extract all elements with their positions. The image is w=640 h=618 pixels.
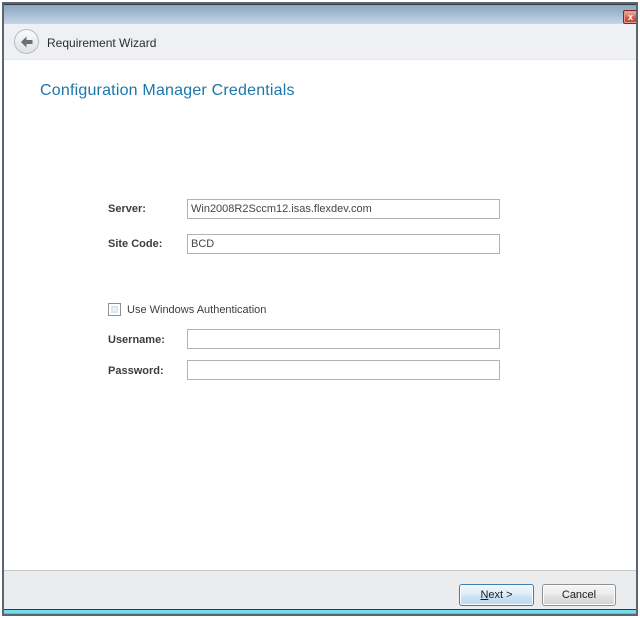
wizard-header: Requirement Wizard xyxy=(4,24,636,60)
page-heading: Configuration Manager Credentials xyxy=(40,82,295,100)
server-label: Server: xyxy=(108,203,146,216)
title-bar[interactable]: x xyxy=(4,4,636,24)
back-arrow-icon xyxy=(19,34,35,50)
windows-auth-label[interactable]: Use Windows Authentication xyxy=(127,304,266,316)
site-code-input[interactable] xyxy=(187,234,500,254)
server-input[interactable] xyxy=(187,199,500,219)
window-frame: x Requirement Wizard Configuration Manag… xyxy=(2,2,638,616)
username-input[interactable] xyxy=(187,329,500,349)
password-label: Password: xyxy=(108,365,164,378)
password-input[interactable] xyxy=(187,360,500,380)
site-code-label: Site Code: xyxy=(108,238,162,251)
window-bottom-accent xyxy=(4,609,636,614)
back-button[interactable] xyxy=(14,29,39,54)
next-button-label: ext > xyxy=(488,589,512,601)
wizard-window: x Requirement Wizard Configuration Manag… xyxy=(0,0,640,618)
next-button[interactable]: Next > xyxy=(459,584,534,606)
cancel-button[interactable]: Cancel xyxy=(542,584,616,606)
username-label: Username: xyxy=(108,334,165,347)
close-button[interactable]: x xyxy=(623,10,638,24)
wizard-title: Requirement Wizard xyxy=(47,36,156,50)
windows-auth-checkbox[interactable] xyxy=(108,303,121,316)
wizard-page xyxy=(4,61,636,570)
